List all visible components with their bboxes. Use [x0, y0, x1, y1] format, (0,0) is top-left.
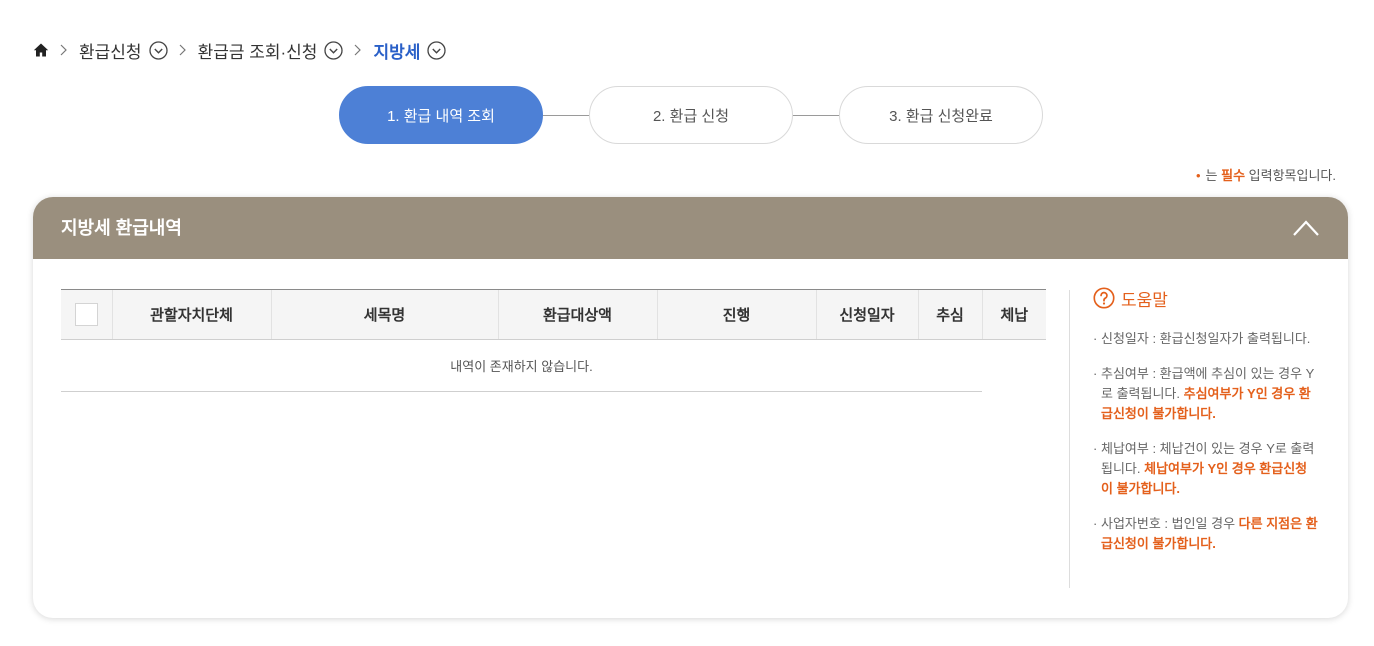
step-indicator: 1. 환급 내역 조회 2. 환급 신청 3. 환급 신청완료: [339, 86, 1043, 144]
help-item-arrears: · 체납여부 : 체납건이 있는 경우 Y로 출력됩니다. 체납여부가 Y인 경우…: [1093, 439, 1319, 499]
help-divider: [1069, 290, 1070, 588]
step-1: 1. 환급 내역 조회: [339, 86, 543, 144]
column-header-arrears: 체납: [981, 289, 1046, 340]
step-label: 3. 환급 신청완료: [889, 107, 993, 125]
question-circle-icon: [1093, 287, 1115, 309]
chevron-right-icon: [354, 44, 362, 56]
help-item-business-number: · 사업자번호 : 법인일 경우 다른 지점은 환급신청이 불가합니다.: [1093, 514, 1319, 554]
required-note-prefix: 는: [1205, 168, 1222, 183]
help-item-request-date: · 신청일자 : 환급신청일자가 출력됩니다.: [1093, 329, 1319, 349]
select-all-checkbox[interactable]: [74, 303, 98, 326]
help-list: · 신청일자 : 환급신청일자가 출력됩니다. · 추심여부 : 환급액에 추심이 …: [1093, 329, 1319, 554]
select-all-header: [61, 289, 112, 340]
column-header-request-date: 신청일자: [815, 289, 918, 340]
help-item-text: 신청일자 : 환급신청일자가 출력됩니다.: [1101, 331, 1311, 346]
breadcrumb-label: 환급금 조회·신청: [197, 42, 318, 62]
empty-message: 내역이 존재하지 않습니다.: [61, 339, 982, 392]
column-header-jurisdiction: 관할자치단체: [111, 289, 271, 340]
chevron-up-icon[interactable]: [1292, 219, 1320, 237]
help-title-label: 도움말: [1121, 290, 1168, 310]
empty-cell: [982, 340, 1046, 392]
chevron-right-icon: [179, 44, 186, 56]
help-section: 도움말 · 신청일자 : 환급신청일자가 출력됩니다. · 추심여부 : 환급액에 …: [1093, 286, 1319, 569]
column-header-refund-amount: 환급대상액: [497, 289, 657, 340]
panel-header[interactable]: 지방세 환급내역: [33, 197, 1348, 259]
breadcrumb-item-refund-inquiry[interactable]: 환급금 조회·신청: [198, 38, 344, 63]
table-row: 내역이 존재하지 않습니다.: [61, 339, 1046, 392]
help-title: 도움말: [1093, 286, 1319, 310]
breadcrumb-label: 환급신청: [79, 42, 142, 62]
home-icon[interactable]: [33, 42, 49, 58]
refund-history-panel: 지방세 환급내역 관할자치단체 세목명 환급대상액 진행 신청일자 추심 체납 …: [33, 197, 1348, 618]
panel-title: 지방세 환급내역: [61, 218, 182, 238]
required-note: • 는 필수 입력항목입니다.: [1196, 165, 1336, 184]
circle-chevron-down-icon[interactable]: [324, 40, 344, 60]
breadcrumb: 환급신청 환급금 조회·신청 지방세: [33, 38, 447, 63]
refund-table: 관할자치단체 세목명 환급대상액 진행 신청일자 추심 체납 내역이 존재하지 …: [61, 289, 1046, 392]
step-label: 2. 환급 신청: [652, 107, 730, 125]
help-item-collection: · 추심여부 : 환급액에 추심이 있는 경우 Y로 출력됩니다. 추심여부가 Y…: [1093, 364, 1319, 424]
breadcrumb-item-refund-request[interactable]: 환급신청: [79, 38, 168, 63]
step-label: 1. 환급 내역 조회: [387, 107, 495, 125]
required-bullet: •: [1195, 168, 1201, 183]
help-bullet: ·: [1093, 366, 1098, 381]
help-bullet: ·: [1093, 516, 1098, 531]
chevron-right-icon: [60, 44, 67, 56]
column-header-tax-item: 세목명: [270, 289, 498, 340]
breadcrumb-label: 지방세: [373, 42, 421, 62]
table-header-row: 관할자치단체 세목명 환급대상액 진행 신청일자 추심 체납: [61, 289, 1046, 340]
column-header-collection: 추심: [917, 289, 982, 340]
required-note-emphasis: 필수: [1221, 168, 1246, 183]
column-header-progress: 진행: [656, 289, 816, 340]
step-2: 2. 환급 신청: [589, 86, 793, 144]
step-connector: [543, 114, 589, 116]
help-bullet: ·: [1093, 331, 1098, 346]
step-connector: [793, 114, 839, 116]
circle-chevron-down-icon[interactable]: [148, 40, 168, 60]
circle-chevron-down-icon[interactable]: [427, 40, 447, 60]
breadcrumb-item-local-tax[interactable]: 지방세: [373, 38, 447, 63]
help-bullet: ·: [1093, 441, 1098, 456]
help-item-text: 사업자번호 : 법인일 경우: [1101, 516, 1239, 531]
step-3: 3. 환급 신청완료: [839, 86, 1043, 144]
required-note-suffix: 입력항목입니다.: [1245, 168, 1336, 183]
